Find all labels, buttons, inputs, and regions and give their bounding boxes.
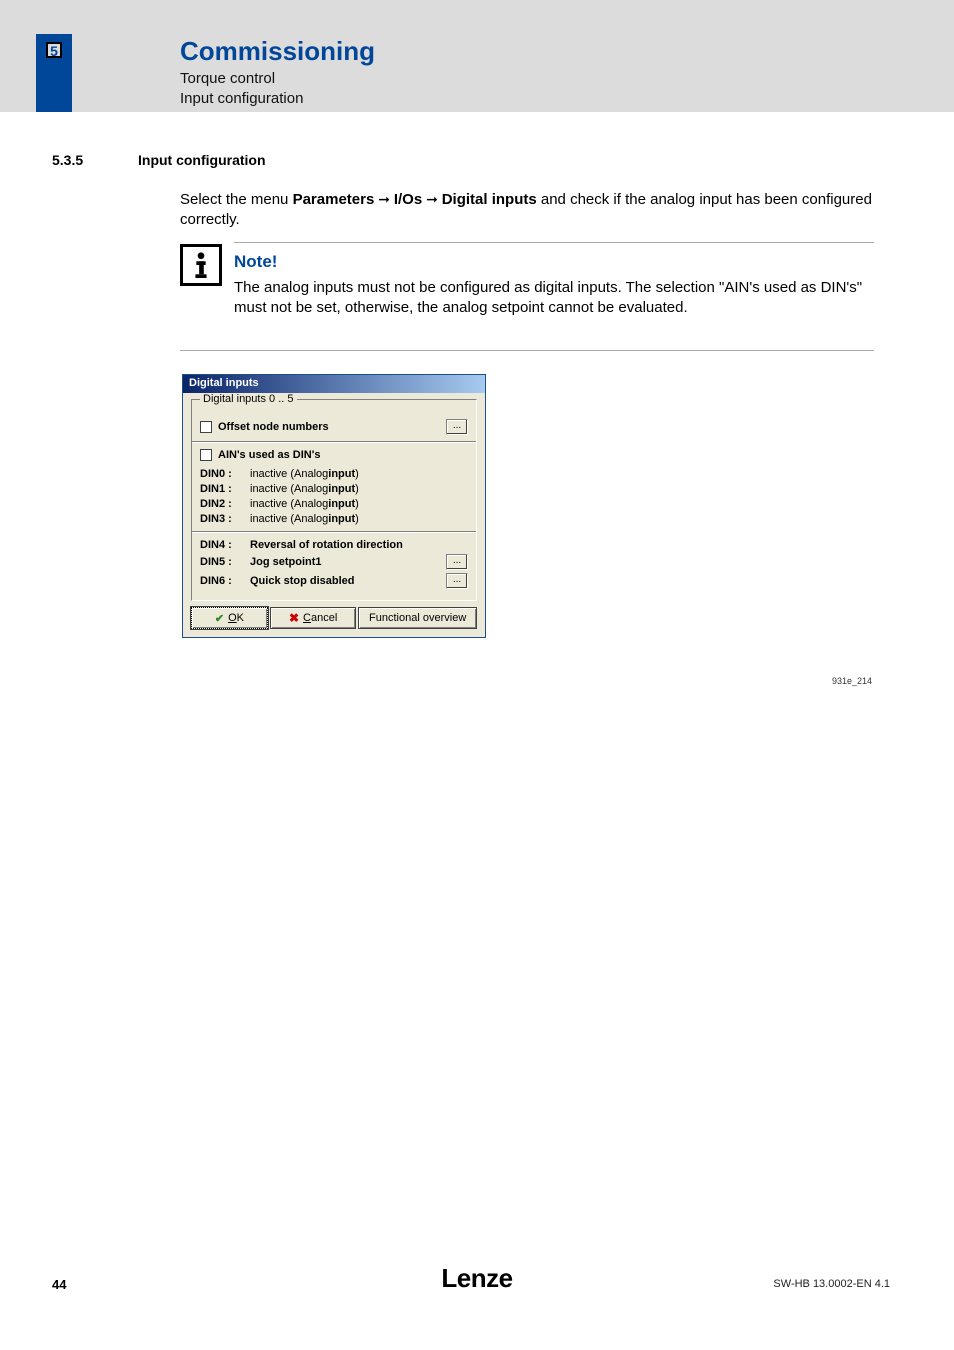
close-icon: ✖ (289, 611, 299, 625)
din-label: DIN0 : (200, 468, 250, 480)
document-page: 5 Commissioning Torque control Input con… (0, 0, 954, 1350)
section-number: 5.3.5 (52, 152, 83, 168)
divider (192, 531, 476, 533)
din-label: DIN2 : (200, 498, 250, 510)
din-label: DIN1 : (200, 483, 250, 495)
din-value: Jog setpoint1 (250, 556, 322, 568)
chapter-subtitle-2: Input configuration (180, 90, 303, 107)
din-row: DIN1 :inactive (Analoginput) (200, 483, 468, 495)
text: Select the menu (180, 191, 293, 208)
note-title: Note! (234, 252, 277, 272)
group-legend: Digital inputs 0 .. 5 (200, 393, 297, 405)
digital-inputs-dialog: Digital inputs Digital inputs 0 .. 5 Off… (182, 374, 486, 638)
ellipsis-button[interactable]: ... (446, 573, 468, 589)
divider (180, 350, 874, 351)
chapter-subtitle-1: Torque control (180, 70, 275, 87)
din-value: inactive (Analoginput) (250, 468, 359, 480)
offset-node-numbers-checkbox[interactable]: Offset node numbers (200, 421, 329, 433)
menu-path-ios: I/Os (394, 191, 422, 208)
chapter-title: Commissioning (180, 36, 375, 67)
chapter-number: 5 (46, 42, 62, 58)
section-title: Input configuration (138, 152, 266, 168)
dialog-body: Digital inputs 0 .. 5 Offset node number… (183, 393, 485, 637)
functional-overview-button[interactable]: Functional overview (358, 607, 477, 629)
dialog-titlebar: Digital inputs (183, 375, 485, 393)
ains-used-as-dins-checkbox[interactable]: AIN's used as DIN's (200, 449, 320, 461)
cancel-button[interactable]: ✖ Cancel (270, 607, 356, 629)
arrow-icon: ➞ (422, 191, 442, 207)
checkbox-label: AIN's used as DIN's (218, 449, 320, 461)
document-id: SW-HB 13.0002-EN 4.1 (773, 1278, 890, 1290)
din-row: DIN5 :Jog setpoint1... (200, 554, 468, 570)
din-row: DIN4 :Reversal of rotation direction (200, 539, 468, 551)
divider (234, 242, 874, 243)
din-label: DIN3 : (200, 513, 250, 525)
din-value: inactive (Analoginput) (250, 498, 359, 510)
button-label: Functional overview (369, 612, 466, 624)
din-value: inactive (Analoginput) (250, 513, 359, 525)
din-label: DIN5 : (200, 556, 250, 568)
menu-path-parameters: Parameters (293, 191, 375, 208)
ellipsis-button[interactable]: ... (446, 554, 468, 570)
divider (192, 441, 476, 443)
checkbox-icon (200, 449, 212, 461)
dialog-screenshot: Digital inputs Digital inputs 0 .. 5 Off… (182, 374, 486, 638)
din-row: DIN2 :inactive (Analoginput) (200, 498, 468, 510)
din-value: inactive (Analoginput) (250, 483, 359, 495)
header-band (0, 0, 954, 112)
button-label: OK (228, 612, 244, 624)
check-icon: ✔ (215, 612, 224, 625)
logo-text: Lenze (441, 1263, 512, 1293)
din-row: DIN6 :Quick stop disabled... (200, 573, 468, 589)
din-row: DIN3 :inactive (Analoginput) (200, 513, 468, 525)
checkbox-label: Offset node numbers (218, 421, 329, 433)
din-label: DIN6 : (200, 575, 250, 587)
note-body: The analog inputs must not be configured… (234, 278, 874, 319)
ok-button[interactable]: ✔ OK (191, 607, 268, 629)
offset-row: Offset node numbers ... (200, 419, 468, 435)
din-row: DIN0 :inactive (Analoginput) (200, 468, 468, 480)
figure-caption: 931e_214 (832, 676, 872, 686)
dialog-button-row: ✔ OK ✖ Cancel Functional overview (191, 607, 477, 629)
arrow-icon: ➞ (374, 191, 394, 207)
din-value: Quick stop disabled (250, 575, 355, 587)
button-label: Cancel (303, 612, 337, 624)
digital-inputs-group: Digital inputs 0 .. 5 Offset node number… (191, 399, 477, 601)
info-icon (180, 244, 222, 286)
ellipsis-button[interactable]: ... (446, 419, 468, 435)
body-paragraph: Select the menu Parameters ➞ I/Os ➞ Digi… (180, 190, 880, 231)
din-rows-function: DIN4 :Reversal of rotation directionDIN5… (200, 539, 468, 589)
din-label: DIN4 : (200, 539, 250, 551)
din-rows-analog: DIN0 :inactive (Analoginput)DIN1 :inacti… (200, 468, 468, 525)
checkbox-icon (200, 421, 212, 433)
menu-path-digital-inputs: Digital inputs (442, 191, 537, 208)
din-value: Reversal of rotation direction (250, 539, 403, 551)
